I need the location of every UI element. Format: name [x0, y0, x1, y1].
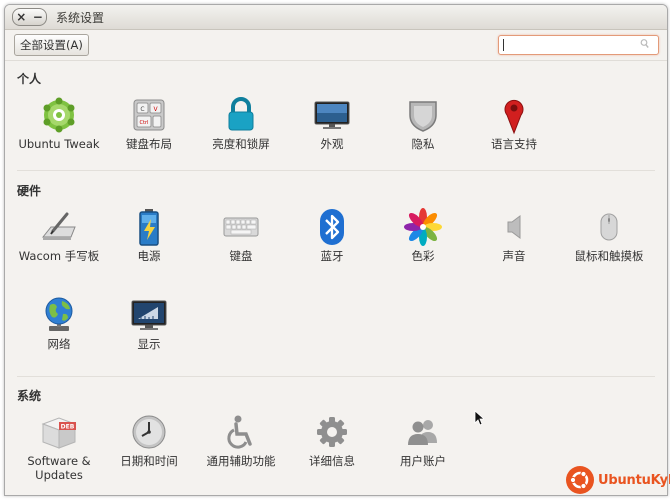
settings-item-network[interactable]: 网络	[14, 295, 104, 351]
svg-text:C: C	[140, 106, 144, 113]
settings-item-privacy[interactable]: 隐私	[378, 95, 468, 151]
settings-item-bluetooth[interactable]: 蓝牙	[287, 207, 377, 263]
settings-item-power[interactable]: 电源	[104, 207, 194, 263]
settings-item-user-accounts[interactable]: 用户账户	[378, 412, 468, 468]
svg-text:Ctrl: Ctrl	[140, 120, 149, 126]
settings-item-mouse-touchpad[interactable]: 鼠标和触摸板	[561, 207, 657, 263]
settings-item-label: 语言支持	[491, 137, 537, 151]
mouse-pointer-icon	[474, 410, 484, 426]
svg-text:DEB: DEB	[61, 424, 75, 431]
settings-item-label: Ubuntu Tweak	[18, 137, 100, 151]
globe-icon	[45, 297, 73, 331]
settings-window: × − 系统设置 全部设置(A) 个人 Ubuntu Tweak C V Ctr…	[4, 4, 668, 496]
window-controls: × −	[12, 8, 47, 26]
mouse-icon	[600, 213, 618, 241]
text-caret	[503, 39, 504, 51]
settings-item-language-support[interactable]: 语言支持	[469, 95, 559, 151]
search-input[interactable]	[503, 39, 633, 56]
settings-item-accessibility[interactable]: 通用辅助功能	[196, 412, 286, 468]
settings-item-ubuntu-tweak[interactable]: Ubuntu Tweak	[14, 95, 104, 151]
minimize-icon[interactable]: −	[32, 9, 44, 25]
settings-item-label: 亮度和锁屏	[212, 137, 270, 151]
close-icon[interactable]: ×	[15, 9, 27, 25]
settings-content: 个人 Ubuntu Tweak C V Ctrl 键盘布局 亮度和锁屏 外观 隐…	[5, 63, 667, 495]
color-wheel-icon	[404, 208, 442, 246]
settings-item-label: 声音	[502, 249, 526, 263]
settings-item-label: 电源	[137, 249, 161, 263]
bluetooth-icon	[320, 209, 344, 245]
lock-icon	[228, 97, 254, 131]
settings-item-label: 外观	[320, 137, 344, 151]
settings-item-label: 鼠标和触摸板	[574, 249, 644, 263]
settings-item-brightness-lock[interactable]: 亮度和锁屏	[196, 95, 286, 151]
keyboard-layout-icon: C V Ctrl	[133, 99, 165, 131]
clock-icon	[132, 415, 166, 449]
section-title-personal: 个人	[17, 72, 42, 86]
search-field[interactable]	[498, 35, 659, 56]
settings-item-label: 蓝牙	[320, 249, 344, 263]
battery-icon	[139, 209, 159, 246]
all-settings-button[interactable]: 全部设置(A)	[14, 34, 89, 56]
settings-item-details[interactable]: 详细信息	[287, 412, 377, 468]
shield-icon	[409, 101, 437, 132]
title-bar: × − 系统设置	[5, 5, 667, 30]
settings-item-keyboard[interactable]: 键盘	[196, 207, 286, 263]
monitor-icon	[314, 101, 350, 129]
settings-item-label: 色彩	[411, 249, 435, 263]
settings-item-label: 隐私	[411, 137, 435, 151]
settings-item-keyboard-layout[interactable]: C V Ctrl 键盘布局	[104, 95, 194, 151]
keyboard-icon	[223, 217, 259, 237]
accessibility-icon	[227, 415, 252, 449]
logo-text: UbuntuKylin	[598, 472, 670, 488]
settings-item-software-updates[interactable]: DEB Software & Updates	[14, 412, 104, 482]
deb-package-icon: DEB	[41, 417, 77, 449]
settings-item-color[interactable]: 色彩	[378, 207, 468, 263]
settings-item-label: 详细信息	[309, 454, 355, 468]
settings-item-sound[interactable]: 声音	[469, 207, 559, 263]
wacom-tablet-icon	[41, 212, 76, 240]
settings-item-label: 日期和时间	[120, 454, 178, 468]
settings-item-date-time[interactable]: 日期和时间	[104, 412, 194, 468]
display-icon	[131, 300, 167, 330]
section-title-system: 系统	[17, 389, 42, 403]
ubuntukylin-logo: UbuntuKylin	[566, 466, 670, 494]
ubuntu-tweak-icon	[43, 97, 75, 133]
speaker-icon	[507, 215, 521, 239]
settings-item-display[interactable]: 显示	[104, 295, 194, 351]
settings-item-appearance[interactable]: 外观	[287, 95, 377, 151]
settings-item-label: 键盘布局	[126, 137, 172, 151]
settings-item-label: 显示	[137, 337, 161, 351]
ubuntu-logo-icon	[566, 466, 594, 494]
search-icon[interactable]	[640, 38, 649, 50]
users-icon	[408, 420, 437, 445]
gear-icon	[317, 417, 347, 447]
section-divider	[17, 376, 655, 377]
settings-item-label: 键盘	[229, 249, 253, 263]
settings-item-label: 通用辅助功能	[206, 454, 276, 468]
section-divider	[17, 170, 655, 171]
settings-item-label: Software & Updates	[27, 454, 91, 482]
window-title: 系统设置	[56, 10, 105, 25]
map-pin-icon	[504, 99, 524, 135]
settings-item-label: 网络	[47, 337, 71, 351]
toolbar: 全部设置(A)	[5, 30, 667, 61]
settings-item-label: Wacom 手写板	[18, 249, 100, 263]
settings-item-wacom-tablet[interactable]: Wacom 手写板	[14, 207, 104, 263]
section-title-hardware: 硬件	[17, 184, 42, 198]
settings-item-label: 用户账户	[400, 454, 446, 468]
